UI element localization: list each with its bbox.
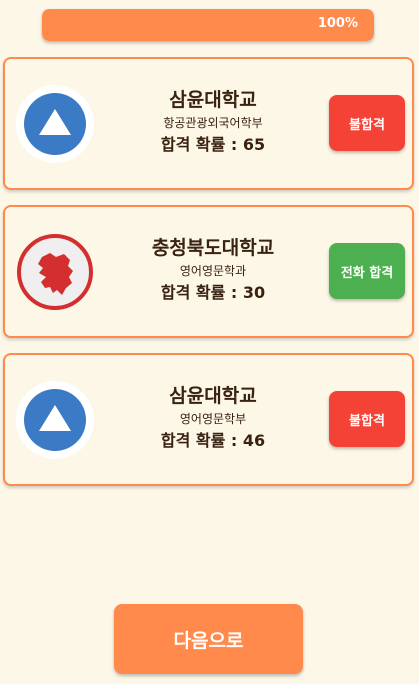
department-name: 영어영문학부 [179, 412, 247, 426]
status-button[interactable]: 전화 합격 [329, 243, 405, 299]
pass-probability: 합격 확률 : 65 [160, 135, 266, 154]
university-name: 삼윤대학교 [169, 89, 257, 111]
next-button[interactable]: 다음으로 [114, 604, 303, 674]
department-name: 영어영문학과 [179, 264, 247, 278]
university-name: 삼윤대학교 [169, 385, 257, 407]
chungbuk-map-logo-icon [16, 233, 94, 311]
university-card: 삼윤대학교 영어영문학부 합격 확률 : 46 불합격 [3, 353, 414, 486]
progress-label: 100% [317, 16, 358, 31]
pass-probability: 합격 확률 : 46 [160, 431, 266, 450]
status-button[interactable]: 불합격 [329, 95, 405, 151]
university-card: 충청북도대학교 영어영문학과 합격 확률 : 30 전화 합격 [3, 205, 414, 338]
pass-probability: 합격 확률 : 30 [160, 283, 266, 302]
university-info: 충청북도대학교 영어영문학과 합격 확률 : 30 [100, 235, 326, 305]
university-info: 삼윤대학교 항공관광외국어학부 합격 확률 : 65 [100, 87, 326, 157]
status-button[interactable]: 불합격 [329, 391, 405, 447]
university-name: 충청북도대학교 [151, 237, 275, 259]
triangle-logo-icon [16, 381, 94, 459]
university-info: 삼윤대학교 영어영문학부 합격 확률 : 46 [100, 383, 326, 453]
triangle-logo-icon [16, 85, 94, 163]
department-name: 항공관광외국어학부 [163, 116, 263, 130]
university-card: 삼윤대학교 항공관광외국어학부 합격 확률 : 65 불합격 [3, 57, 414, 190]
progress-bar: 100% [42, 9, 374, 41]
